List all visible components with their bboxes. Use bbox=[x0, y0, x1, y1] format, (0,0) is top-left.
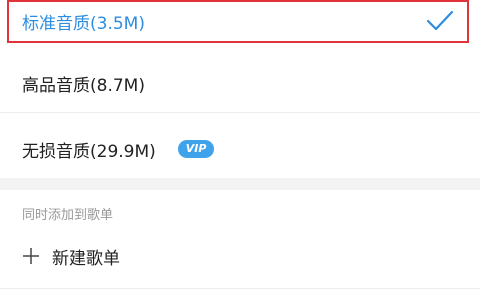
divider bbox=[0, 112, 480, 113]
section-gap bbox=[0, 178, 480, 190]
quality-option-standard[interactable]: 标准音质(3.5M) bbox=[7, 0, 469, 43]
new-playlist-button[interactable]: 新建歌单 bbox=[22, 241, 120, 271]
quality-option-high-label: 高品音质(8.7M) bbox=[22, 75, 145, 96]
check-icon bbox=[426, 10, 454, 31]
divider bbox=[0, 288, 480, 289]
quality-option-standard-label: 标准音质(3.5M) bbox=[22, 14, 145, 34]
vip-badge: VIP bbox=[177, 140, 215, 158]
download-quality-sheet: 标准音质(3.5M) 高品音质(8.7M) 无损音质(29.9M) VIP 同时… bbox=[0, 0, 480, 300]
plus-icon bbox=[23, 248, 39, 264]
quality-option-lossless-label: 无损音质(29.9M) bbox=[22, 141, 156, 162]
quality-option-lossless[interactable]: 无损音质(29.9M) VIP bbox=[0, 122, 480, 176]
playlist-section-title: 同时添加到歌单 bbox=[22, 208, 114, 223]
new-playlist-label: 新建歌单 bbox=[52, 248, 120, 269]
quality-option-high[interactable]: 高品音质(8.7M) bbox=[0, 56, 480, 110]
